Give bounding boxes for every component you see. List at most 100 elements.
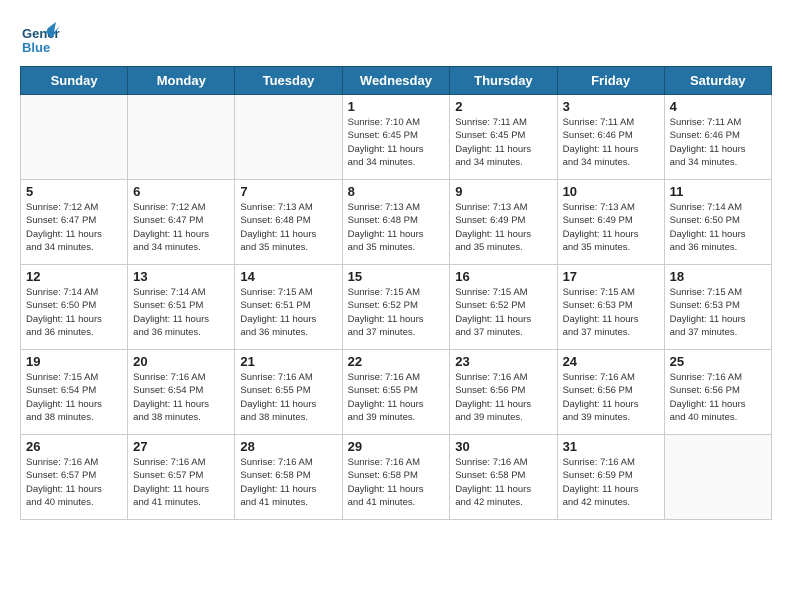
day-number: 7 [240, 184, 336, 199]
day-number: 10 [563, 184, 659, 199]
week-row-3: 12 Sunrise: 7:14 AM Sunset: 6:50 PM Dayli… [21, 265, 772, 350]
calendar-cell: 6Sunrise: 7:12 AM Sunset: 6:47 PM Daylig… [128, 180, 235, 265]
calendar-cell: 26 Sunrise: 7:16 AM Sunset: 6:57 PM Dayli… [21, 435, 128, 520]
calendar-cell: 21 Sunrise: 7:16 AM Sunset: 6:55 PM Dayli… [235, 350, 342, 435]
calendar-cell: 13Sunrise: 7:14 AM Sunset: 6:51 PM Dayli… [128, 265, 235, 350]
day-info: Sunrise: 7:16 AM Sunset: 6:57 PM Dayligh… [26, 456, 122, 509]
day-info: Sunrise: 7:10 AM Sunset: 6:45 PM Dayligh… [348, 116, 445, 169]
day-info: Sunrise: 7:14 AM Sunset: 6:50 PM Dayligh… [26, 286, 122, 339]
day-info: Sunrise: 7:15 AM Sunset: 6:54 PM Dayligh… [26, 371, 122, 424]
day-number: 26 [26, 439, 122, 454]
day-number: 27 [133, 439, 229, 454]
week-row-2: 5Sunrise: 7:12 AM Sunset: 6:47 PM Daylig… [21, 180, 772, 265]
day-info: Sunrise: 7:11 AM Sunset: 6:46 PM Dayligh… [670, 116, 766, 169]
calendar-cell: 4 Sunrise: 7:11 AM Sunset: 6:46 PM Daylig… [664, 95, 771, 180]
day-info: Sunrise: 7:15 AM Sunset: 6:51 PM Dayligh… [240, 286, 336, 339]
day-info: Sunrise: 7:12 AM Sunset: 6:47 PM Dayligh… [26, 201, 122, 254]
header-thursday: Thursday [450, 67, 557, 95]
day-number: 15 [348, 269, 445, 284]
day-number: 31 [563, 439, 659, 454]
calendar-cell: 5Sunrise: 7:12 AM Sunset: 6:47 PM Daylig… [21, 180, 128, 265]
calendar-cell: 28 Sunrise: 7:16 AM Sunset: 6:58 PM Dayli… [235, 435, 342, 520]
header-sunday: Sunday [21, 67, 128, 95]
day-info: Sunrise: 7:15 AM Sunset: 6:53 PM Dayligh… [563, 286, 659, 339]
calendar-cell: 19 Sunrise: 7:15 AM Sunset: 6:54 PM Dayli… [21, 350, 128, 435]
day-number: 24 [563, 354, 659, 369]
week-row-1: 1 Sunrise: 7:10 AM Sunset: 6:45 PM Daylig… [21, 95, 772, 180]
calendar-cell: 18 Sunrise: 7:15 AM Sunset: 6:53 PM Dayli… [664, 265, 771, 350]
day-number: 1 [348, 99, 445, 114]
day-number: 8 [348, 184, 445, 199]
calendar-cell: 12 Sunrise: 7:14 AM Sunset: 6:50 PM Dayli… [21, 265, 128, 350]
calendar-cell: 27Sunrise: 7:16 AM Sunset: 6:57 PM Dayli… [128, 435, 235, 520]
calendar-cell: 30 Sunrise: 7:16 AM Sunset: 6:58 PM Dayli… [450, 435, 557, 520]
day-number: 25 [670, 354, 766, 369]
day-number: 23 [455, 354, 551, 369]
logo: General Blue [20, 20, 56, 56]
header-friday: Friday [557, 67, 664, 95]
header-tuesday: Tuesday [235, 67, 342, 95]
day-number: 18 [670, 269, 766, 284]
calendar-cell [664, 435, 771, 520]
calendar-header-row: SundayMondayTuesdayWednesdayThursdayFrid… [21, 67, 772, 95]
day-number: 30 [455, 439, 551, 454]
day-number: 28 [240, 439, 336, 454]
calendar-cell: 17Sunrise: 7:15 AM Sunset: 6:53 PM Dayli… [557, 265, 664, 350]
day-info: Sunrise: 7:16 AM Sunset: 6:55 PM Dayligh… [348, 371, 445, 424]
day-info: Sunrise: 7:13 AM Sunset: 6:48 PM Dayligh… [240, 201, 336, 254]
calendar-cell: 29Sunrise: 7:16 AM Sunset: 6:58 PM Dayli… [342, 435, 450, 520]
calendar-cell: 15 Sunrise: 7:15 AM Sunset: 6:52 PM Dayli… [342, 265, 450, 350]
day-info: Sunrise: 7:11 AM Sunset: 6:46 PM Dayligh… [563, 116, 659, 169]
day-number: 3 [563, 99, 659, 114]
calendar-cell: 9Sunrise: 7:13 AM Sunset: 6:49 PM Daylig… [450, 180, 557, 265]
week-row-4: 19 Sunrise: 7:15 AM Sunset: 6:54 PM Dayli… [21, 350, 772, 435]
day-info: Sunrise: 7:14 AM Sunset: 6:51 PM Dayligh… [133, 286, 229, 339]
day-info: Sunrise: 7:16 AM Sunset: 6:58 PM Dayligh… [455, 456, 551, 509]
day-info: Sunrise: 7:12 AM Sunset: 6:47 PM Dayligh… [133, 201, 229, 254]
calendar-table: SundayMondayTuesdayWednesdayThursdayFrid… [20, 66, 772, 520]
day-info: Sunrise: 7:13 AM Sunset: 6:49 PM Dayligh… [563, 201, 659, 254]
day-number: 29 [348, 439, 445, 454]
day-info: Sunrise: 7:11 AM Sunset: 6:45 PM Dayligh… [455, 116, 551, 169]
calendar-cell [21, 95, 128, 180]
day-info: Sunrise: 7:16 AM Sunset: 6:55 PM Dayligh… [240, 371, 336, 424]
day-info: Sunrise: 7:13 AM Sunset: 6:48 PM Dayligh… [348, 201, 445, 254]
day-number: 20 [133, 354, 229, 369]
day-number: 4 [670, 99, 766, 114]
header-monday: Monday [128, 67, 235, 95]
calendar-cell: 14 Sunrise: 7:15 AM Sunset: 6:51 PM Dayli… [235, 265, 342, 350]
day-info: Sunrise: 7:16 AM Sunset: 6:56 PM Dayligh… [563, 371, 659, 424]
calendar-cell [128, 95, 235, 180]
day-info: Sunrise: 7:16 AM Sunset: 6:54 PM Dayligh… [133, 371, 229, 424]
day-info: Sunrise: 7:16 AM Sunset: 6:56 PM Dayligh… [455, 371, 551, 424]
header-wednesday: Wednesday [342, 67, 450, 95]
calendar-cell: 2 Sunrise: 7:11 AM Sunset: 6:45 PM Daylig… [450, 95, 557, 180]
day-info: Sunrise: 7:16 AM Sunset: 6:58 PM Dayligh… [240, 456, 336, 509]
day-number: 2 [455, 99, 551, 114]
header-saturday: Saturday [664, 67, 771, 95]
day-info: Sunrise: 7:14 AM Sunset: 6:50 PM Dayligh… [670, 201, 766, 254]
page-header: General Blue [20, 20, 772, 56]
calendar-cell: 23 Sunrise: 7:16 AM Sunset: 6:56 PM Dayli… [450, 350, 557, 435]
day-number: 14 [240, 269, 336, 284]
calendar-cell: 20 Sunrise: 7:16 AM Sunset: 6:54 PM Dayli… [128, 350, 235, 435]
calendar-cell: 11Sunrise: 7:14 AM Sunset: 6:50 PM Dayli… [664, 180, 771, 265]
day-number: 12 [26, 269, 122, 284]
day-number: 16 [455, 269, 551, 284]
day-info: Sunrise: 7:15 AM Sunset: 6:52 PM Dayligh… [348, 286, 445, 339]
day-info: Sunrise: 7:13 AM Sunset: 6:49 PM Dayligh… [455, 201, 551, 254]
calendar-cell: 8 Sunrise: 7:13 AM Sunset: 6:48 PM Daylig… [342, 180, 450, 265]
day-number: 21 [240, 354, 336, 369]
calendar-cell: 22 Sunrise: 7:16 AM Sunset: 6:55 PM Dayli… [342, 350, 450, 435]
calendar-cell: 10 Sunrise: 7:13 AM Sunset: 6:49 PM Dayli… [557, 180, 664, 265]
day-number: 22 [348, 354, 445, 369]
day-number: 19 [26, 354, 122, 369]
day-info: Sunrise: 7:16 AM Sunset: 6:59 PM Dayligh… [563, 456, 659, 509]
calendar-cell: 3 Sunrise: 7:11 AM Sunset: 6:46 PM Daylig… [557, 95, 664, 180]
calendar-cell: 16Sunrise: 7:15 AM Sunset: 6:52 PM Dayli… [450, 265, 557, 350]
calendar-cell: 1 Sunrise: 7:10 AM Sunset: 6:45 PM Daylig… [342, 95, 450, 180]
week-row-5: 26 Sunrise: 7:16 AM Sunset: 6:57 PM Dayli… [21, 435, 772, 520]
calendar-cell: 7 Sunrise: 7:13 AM Sunset: 6:48 PM Daylig… [235, 180, 342, 265]
calendar-cell: 31 Sunrise: 7:16 AM Sunset: 6:59 PM Dayli… [557, 435, 664, 520]
day-info: Sunrise: 7:15 AM Sunset: 6:53 PM Dayligh… [670, 286, 766, 339]
